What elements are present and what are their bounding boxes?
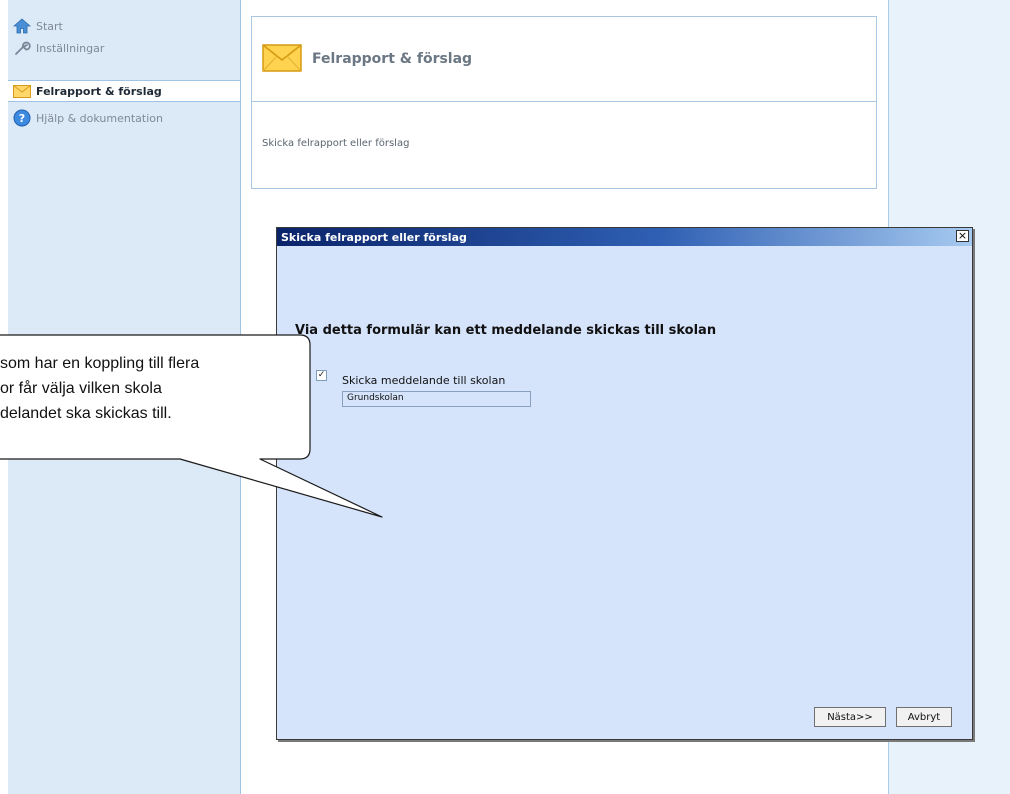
callout-line: or får välja vilken skola [0, 380, 162, 397]
callout-line: delandet ska skickas till. [0, 405, 172, 422]
callout-line: som har en koppling till flera [0, 355, 200, 372]
